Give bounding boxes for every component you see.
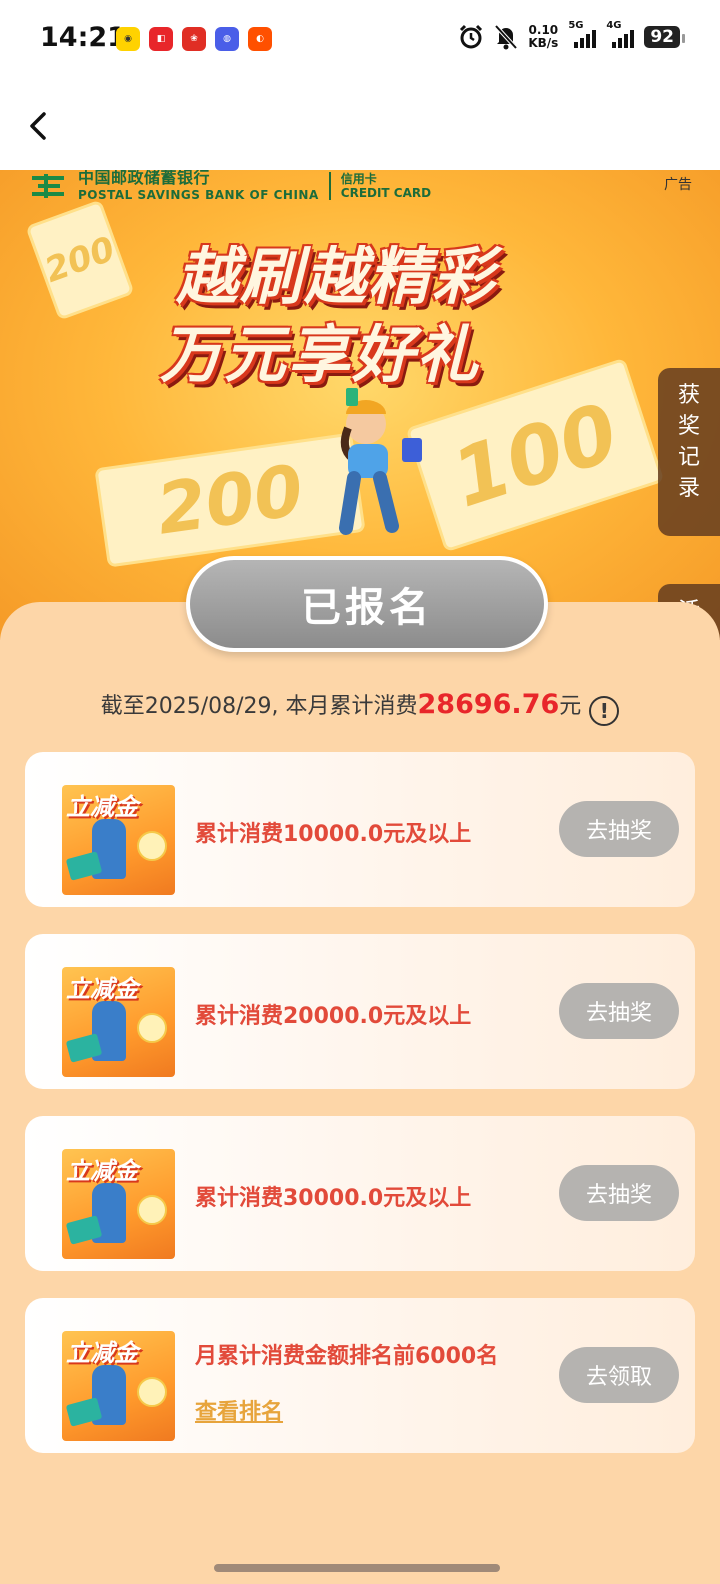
thumbnail-title: 立减金 — [66, 1339, 138, 1367]
bank-name-en: POSTAL SAVINGS BANK OF CHINA — [78, 188, 319, 202]
home-indicator[interactable] — [214, 1564, 500, 1572]
coin-shape — [137, 831, 167, 861]
spending-summary: 截至2025/08/29, 本月累计消费 28696.76 元 ! — [0, 688, 720, 726]
summary-prefix: 截至2025/08/29, 本月累计消费 — [100, 694, 418, 719]
reward-condition: 累计消费30000.0元及以上 — [195, 1186, 472, 1211]
signal-5g-label: 5G — [568, 20, 584, 31]
status-time: 14:21 — [40, 22, 126, 53]
coin-shape — [137, 1195, 167, 1225]
view-ranking-link[interactable]: 查看排名 — [195, 1394, 283, 1426]
signed-up-button[interactable]: 已报名 — [186, 556, 548, 652]
thumbnail-title: 立减金 — [66, 975, 138, 1003]
mute-bell-icon — [494, 24, 518, 50]
discount-thumbnail: 立减金 — [62, 1331, 175, 1441]
coupon-ticket-small: 200 — [25, 199, 135, 321]
ad-label: 广告 — [664, 177, 692, 193]
reward-card: 立减金 月累计消费金额排名前6000名 查看排名 去领取 — [25, 1298, 695, 1453]
reward-condition: 月累计消费金额排名前6000名 — [195, 1344, 499, 1369]
credit-card-label-en: CREDIT CARD — [340, 186, 432, 200]
psbc-emblem-icon — [32, 174, 64, 198]
award-records-char: 获 — [677, 383, 700, 408]
award-records-char: 录 — [677, 476, 700, 501]
net-speed-unit: KB/s — [528, 36, 559, 50]
reward-card: 立减金 累计消费10000.0元及以上 去抽奖 — [25, 752, 695, 907]
coin-shape — [137, 1013, 167, 1043]
reward-condition: 累计消费20000.0元及以上 — [195, 1004, 472, 1029]
thumbnail-title: 立减金 — [66, 1157, 138, 1185]
draw-lottery-button[interactable]: 去抽奖 — [559, 1165, 679, 1221]
back-arrow-icon[interactable] — [24, 110, 56, 142]
slogan-line-1: 越刷越精彩 — [176, 240, 497, 313]
award-records-char: 记 — [677, 445, 700, 470]
system-icons: 0.10 KB/s 5G 4G 92 — [458, 20, 685, 50]
claim-button[interactable]: 去领取 — [559, 1347, 679, 1403]
summary-amount: 28696.76 — [417, 689, 560, 720]
net-speed: 0.10 KB/s — [528, 24, 558, 50]
credit-card-label-cn: 信用卡 — [340, 172, 377, 186]
draw-lottery-button[interactable]: 去抽奖 — [559, 801, 679, 857]
reward-card: 立减金 累计消费20000.0元及以上 去抽奖 — [25, 934, 695, 1089]
discount-thumbnail: 立减金 — [62, 1149, 175, 1259]
gaode-map-icon: ◉ — [116, 27, 140, 51]
alarm-icon — [460, 24, 483, 49]
award-records-char: 奖 — [677, 414, 700, 439]
signal-4g-label: 4G — [606, 20, 622, 31]
pinduoduo-icon: ❀ — [182, 27, 206, 51]
bank-name-cn: 中国邮政储蓄银行 — [78, 170, 211, 187]
reward-card: 立减金 累计消费30000.0元及以上 去抽奖 — [25, 1116, 695, 1271]
coin-shape — [137, 1377, 167, 1407]
discount-thumbnail: 立减金 — [62, 785, 175, 895]
notification-app-icons: ◉ ◧ ❀ ◍ ◐ — [116, 27, 272, 51]
summary-suffix: 元 — [559, 694, 582, 719]
taobao-icon: ◐ — [248, 27, 272, 51]
signal-5g-icon: 5G — [568, 20, 597, 48]
slogan-line-2: 万元享好礼 — [160, 318, 481, 391]
signal-4g-icon: 4G — [606, 20, 635, 48]
bank-name: 中国邮政储蓄银行 POSTAL SAVINGS BANK OF CHINA — [78, 170, 319, 202]
nav-header — [0, 80, 720, 170]
award-records-tab[interactable]: 获 奖 记 录 — [658, 368, 720, 536]
reward-condition: 累计消费10000.0元及以上 — [195, 822, 472, 847]
bank-logo: 中国邮政储蓄银行 POSTAL SAVINGS BANK OF CHINA 信用… — [28, 170, 431, 202]
battery-icon: 92 — [644, 26, 685, 48]
thumbnail-title: 立减金 — [66, 793, 138, 821]
credit-card-label: 信用卡 CREDIT CARD — [328, 172, 432, 200]
yunshanfu-icon: ◧ — [149, 27, 173, 51]
status-bar: 14:21 ◉ ◧ ❀ ◍ ◐ 0.10 KB/s 5G 4G 92 — [0, 0, 720, 80]
shopper-girl-illustration — [339, 388, 422, 535]
tieba-icon: ◍ — [215, 27, 239, 51]
discount-thumbnail: 立减金 — [62, 967, 175, 1077]
draw-lottery-button[interactable]: 去抽奖 — [559, 983, 679, 1039]
